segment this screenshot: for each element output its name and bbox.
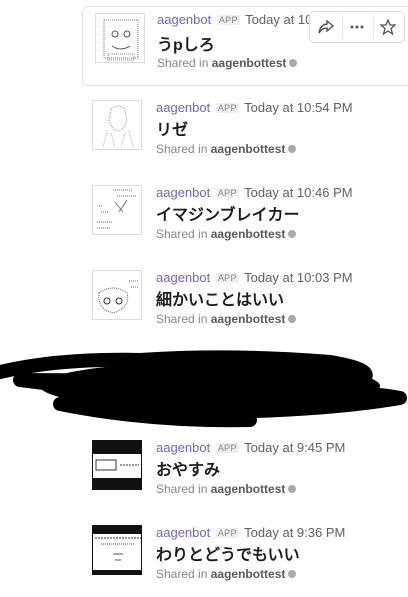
- channel-link[interactable]: aagenbottest: [211, 227, 286, 241]
- file-thumbnail[interactable]: [92, 525, 142, 575]
- sender-name[interactable]: aagenbot: [156, 270, 210, 285]
- globe-icon: [288, 570, 297, 578]
- ascii-art-creature-icon: [98, 280, 139, 314]
- file-title[interactable]: イマジンブレイカー: [156, 201, 300, 225]
- more-icon[interactable]: [342, 14, 371, 40]
- timestamp[interactable]: Today at 10:54 PM: [244, 100, 352, 115]
- shared-in: Shared in aagenbottest: [156, 567, 297, 581]
- app-badge: APP: [215, 103, 239, 113]
- globe-icon: [288, 315, 297, 323]
- share-icon[interactable]: [312, 14, 340, 40]
- globe-icon: [289, 59, 298, 67]
- globe-icon: [288, 485, 297, 493]
- file-thumbnail[interactable]: [95, 13, 145, 63]
- timestamp[interactable]: Today at 10:: [245, 12, 316, 27]
- channel-link[interactable]: aagenbottest: [211, 312, 286, 326]
- app-badge: APP: [216, 15, 240, 25]
- ascii-art-face-icon: [103, 19, 139, 61]
- star-icon[interactable]: [373, 14, 402, 40]
- sender-name[interactable]: aagenbot: [156, 440, 210, 455]
- file-thumbnail[interactable]: [92, 100, 142, 150]
- ascii-art-dark-lines-icon: [93, 526, 141, 574]
- ascii-art-figure-icon: [102, 105, 134, 148]
- message-actions: [309, 11, 405, 43]
- file-thumbnail[interactable]: [92, 270, 142, 320]
- timestamp[interactable]: Today at 9:36 PM: [244, 525, 345, 540]
- channel-link[interactable]: aagenbottest: [211, 142, 286, 156]
- file-message[interactable]: aagenbot APP Today at 10: うpしろ Shared in…: [82, 6, 408, 86]
- file-message[interactable]: aagenbot APP Today at 10:54 PM リゼ Shared…: [82, 88, 408, 166]
- sender-name[interactable]: aagenbot: [157, 12, 211, 27]
- timestamp[interactable]: Today at 9:45 PM: [244, 440, 345, 455]
- shared-in: Shared in aagenbottest: [156, 227, 297, 241]
- timestamp[interactable]: Today at 10:03 PM: [244, 270, 352, 285]
- shared-in: Shared in aagenbottest: [156, 482, 297, 496]
- globe-icon: [288, 230, 297, 238]
- file-message[interactable]: aagenbot APP Today at 9:45 PM おやすみ Share…: [82, 428, 408, 506]
- shared-in: Shared in aagenbottest: [156, 312, 297, 326]
- redaction-scribble: [0, 350, 407, 428]
- globe-icon: [288, 145, 297, 153]
- channel-link[interactable]: aagenbottest: [212, 56, 287, 70]
- file-thumbnail[interactable]: [92, 440, 142, 490]
- file-title[interactable]: わりとどうでもいい: [156, 541, 300, 565]
- app-badge: APP: [215, 188, 239, 198]
- shared-in: Shared in aagenbottest: [157, 56, 298, 70]
- file-thumbnail[interactable]: [92, 185, 142, 235]
- sender-name[interactable]: aagenbot: [156, 100, 210, 115]
- app-badge: APP: [215, 273, 239, 283]
- file-title[interactable]: おやすみ: [156, 456, 220, 480]
- file-message[interactable]: aagenbot APP Today at 10:46 PM イマジンブレイカー…: [82, 173, 408, 251]
- file-title[interactable]: リゼ: [156, 116, 188, 140]
- ascii-art-text-icon: [97, 189, 137, 229]
- timestamp[interactable]: Today at 10:46 PM: [244, 185, 352, 200]
- file-message[interactable]: aagenbot APP Today at 10:03 PM 細かいことはいい …: [82, 258, 408, 336]
- file-title[interactable]: 細かいことはいい: [156, 286, 284, 310]
- file-message[interactable]: aagenbot APP Today at 9:36 PM わりとどうでもいい …: [82, 513, 408, 591]
- app-badge: APP: [215, 443, 239, 453]
- sender-name[interactable]: aagenbot: [156, 525, 210, 540]
- file-title[interactable]: うpしろ: [157, 31, 215, 55]
- app-badge: APP: [215, 528, 239, 538]
- channel-link[interactable]: aagenbottest: [211, 567, 286, 581]
- channel-link[interactable]: aagenbottest: [211, 482, 286, 496]
- ascii-art-dark-banner-icon: [93, 441, 141, 489]
- shared-in: Shared in aagenbottest: [156, 142, 297, 156]
- sender-name[interactable]: aagenbot: [156, 185, 210, 200]
